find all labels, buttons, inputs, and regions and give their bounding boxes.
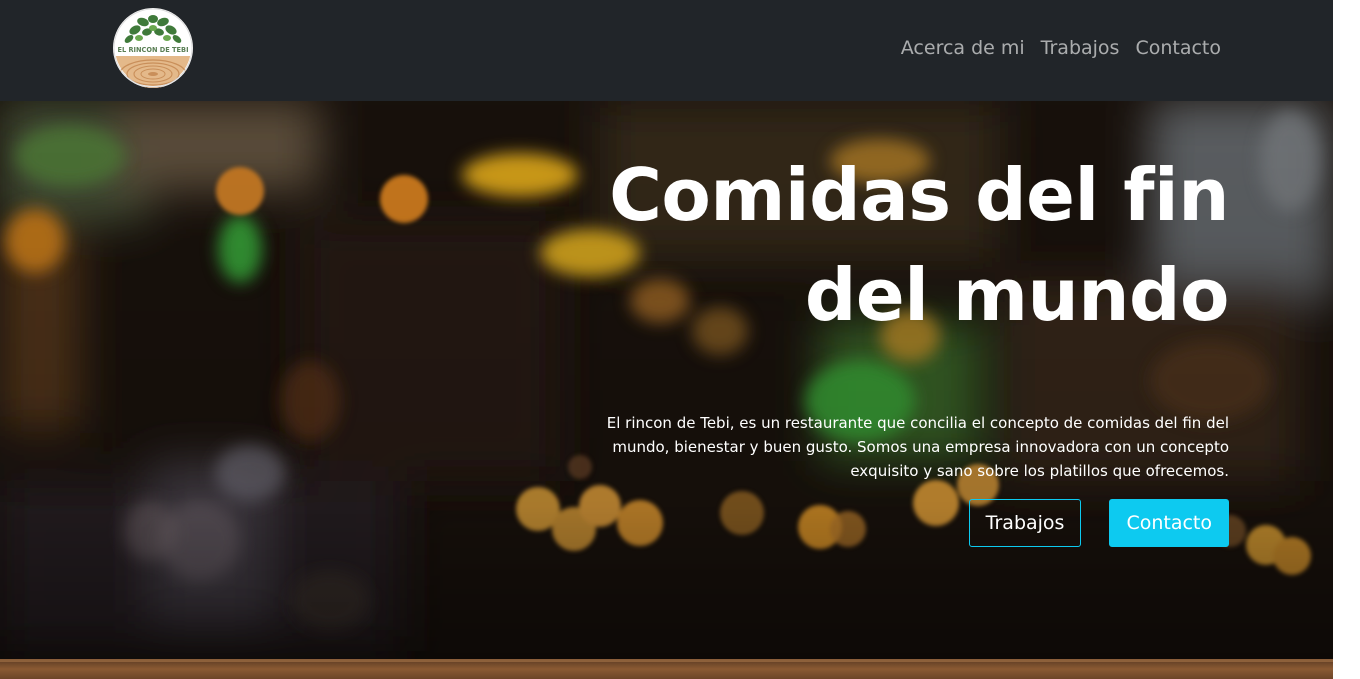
logo-tree-emblem-icon: EL RINCON DE TEBI xyxy=(113,8,193,88)
hero-title: Comidas del fin del mundo xyxy=(589,145,1229,345)
hero-content: Comidas del fin del mundo El rincon de T… xyxy=(589,145,1230,483)
logo[interactable]: EL RINCON DE TEBI xyxy=(113,8,193,88)
nav-link-about[interactable]: Acerca de mi xyxy=(901,35,1025,61)
page: EL RINCON DE TEBI Acerca de mi Trabajos … xyxy=(0,0,1333,679)
navbar: EL RINCON DE TEBI Acerca de mi Trabajos … xyxy=(0,0,1333,101)
hero-buttons: Trabajos Contacto xyxy=(968,499,1229,547)
nav-link-contact[interactable]: Contacto xyxy=(1135,35,1221,61)
nav-link-works[interactable]: Trabajos xyxy=(1041,35,1120,61)
logo-text: EL RINCON DE TEBI xyxy=(117,46,188,54)
hero-description: El rincon de Tebi, es un restaurante que… xyxy=(606,414,1229,480)
hero-section: Comidas del fin del mundo El rincon de T… xyxy=(0,101,1333,679)
contact-button[interactable]: Contacto xyxy=(1109,499,1229,547)
hero-title-line-2: del mundo xyxy=(804,253,1230,337)
nav-links: Acerca de mi Trabajos Contacto xyxy=(901,35,1221,61)
hero-title-line-1: Comidas del fin xyxy=(609,153,1229,237)
works-button[interactable]: Trabajos xyxy=(968,499,1082,547)
